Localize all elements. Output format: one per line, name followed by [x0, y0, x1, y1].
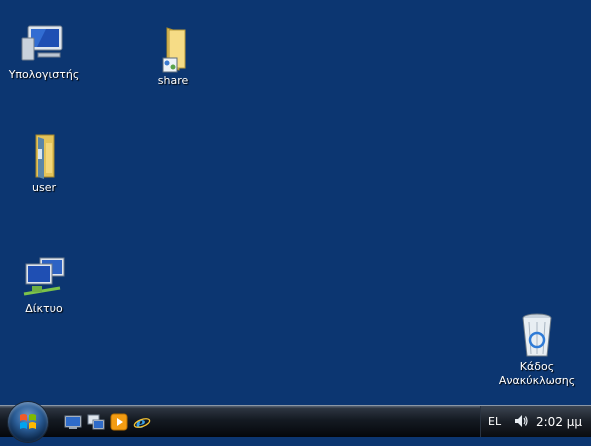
quicklaunch-media-player[interactable]	[110, 413, 128, 431]
desktop-icon-network[interactable]: Δίκτυο	[4, 254, 84, 316]
language-indicator[interactable]: EL	[488, 415, 501, 428]
internet-explorer-icon: e	[133, 414, 151, 432]
clock[interactable]: 2:02 μμ	[536, 415, 582, 429]
windows-start-orb-icon	[20, 414, 36, 429]
user-folder-icon	[20, 133, 68, 181]
desktop-icon-computer[interactable]: Υπολογιστής	[4, 20, 84, 82]
computer-icon	[20, 20, 68, 68]
desktop: Υπολογιστής share user Δίκτυο Κάδος Ανακ…	[0, 0, 591, 405]
taskbar: e EL 2:02 μμ	[0, 402, 591, 442]
media-player-icon	[110, 413, 128, 431]
desktop-icon-share[interactable]: share	[133, 26, 213, 88]
desktop-icon-recycle-bin[interactable]: Κάδος Ανακύκλωσης	[491, 312, 583, 388]
desktop-icon-label: Υπολογιστής	[8, 68, 80, 81]
network-icon	[20, 254, 68, 302]
quicklaunch-switch-windows[interactable]	[87, 413, 105, 431]
shared-folder-icon	[149, 26, 197, 74]
desktop-icon-label: Κάδος	[519, 360, 555, 373]
desktop-icon-label: Δίκτυο	[25, 302, 63, 315]
start-button[interactable]	[8, 402, 48, 442]
recycle-bin-icon	[513, 312, 561, 360]
desktop-icon-label: share	[157, 74, 189, 87]
desktop-icon-user[interactable]: user	[4, 133, 84, 195]
speaker-volume-icon[interactable]	[513, 413, 529, 433]
quicklaunch-internet-explorer[interactable]: e	[133, 413, 151, 432]
desktop-icon-label: user	[32, 181, 56, 194]
quicklaunch-show-desktop[interactable]	[64, 413, 82, 431]
switch-windows-icon	[87, 414, 105, 430]
show-desktop-icon	[64, 415, 82, 429]
system-tray: EL 2:02 μμ	[480, 406, 591, 437]
svg-text:e: e	[136, 414, 146, 431]
desktop-icon-label: Ανακύκλωσης	[498, 374, 576, 387]
